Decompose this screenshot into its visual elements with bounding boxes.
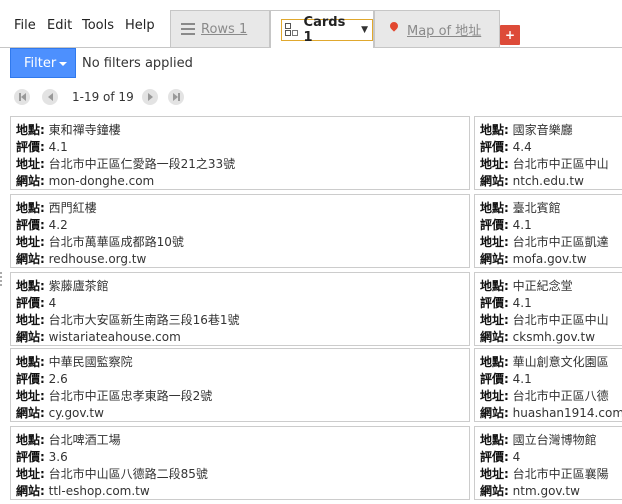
card: 地點: 中華民國監察院 評價: 2.6 地址: 台北市中正區忠孝東路一段2號 網…	[10, 348, 470, 422]
card: 地點: 國家音樂廳 評價: 4.4 地址: 台北市中正區中山 網站: ntch.…	[474, 116, 622, 190]
card-website: mon-donghe.com	[48, 174, 155, 188]
card: 地點: 臺北賓館 評價: 4.1 地址: 台北市中正區凱達 網站: mofa.g…	[474, 194, 622, 268]
filter-status: No filters applied	[82, 56, 193, 71]
card-place: 國家音樂廳	[512, 123, 573, 137]
card-address: 台北市中正區中山	[512, 313, 609, 327]
card-website: ntch.edu.tw	[512, 174, 584, 188]
card-rating: 4.1	[48, 140, 68, 154]
card-website: mofa.gov.tw	[512, 252, 587, 266]
tab-cards[interactable]: Cards 1 ▼	[270, 10, 374, 48]
menu-edit[interactable]: Edit	[47, 18, 72, 33]
card-rating: 4.1	[512, 296, 532, 310]
cards-icon	[285, 22, 299, 37]
card: 地點: 東和禪寺鐘樓 評價: 4.1 地址: 台北市中正區仁愛路一段21之33號…	[10, 116, 470, 190]
card-address: 台北市中正區仁愛路一段21之33號	[48, 157, 236, 171]
card-website: ntm.gov.tw	[512, 484, 580, 498]
tab-map[interactable]: Map of 地址	[374, 10, 500, 47]
card: 地點: 國立台灣博物館 評價: 4 地址: 台北市中正區襄陽 網站: ntm.g…	[474, 426, 622, 500]
map-pin-icon	[389, 22, 399, 32]
pager: 1-19 of 19	[0, 89, 622, 105]
card: 地點: 紫藤廬茶館 評價: 4 地址: 台北市大安區新生南路三段16巷1號 網站…	[10, 272, 470, 346]
card-place: 台北啤酒工場	[48, 433, 121, 447]
chevron-down-icon[interactable]: ▼	[361, 25, 368, 35]
menu-help[interactable]: Help	[125, 18, 155, 33]
menu-file[interactable]: File	[14, 18, 36, 33]
caret-down-icon	[59, 62, 67, 66]
card-place: 紫藤廬茶館	[48, 279, 109, 293]
tab-rows-label: Rows 1	[201, 21, 248, 37]
card-rating: 3.6	[48, 450, 68, 464]
card-address: 台北市中正區凱達	[512, 235, 609, 249]
card-address: 台北市中正區襄陽	[512, 467, 609, 481]
menu-tools[interactable]: Tools	[82, 18, 114, 33]
card-rating: 4	[512, 450, 521, 464]
card-website: ttl-eshop.com.tw	[48, 484, 150, 498]
next-page-icon[interactable]	[142, 89, 158, 105]
card: 地點: 西門紅樓 評價: 4.2 地址: 台北市萬華區成都路10號 網站: re…	[10, 194, 470, 268]
card-address: 台北市中正區八德	[512, 389, 609, 403]
first-page-icon[interactable]	[14, 89, 30, 105]
card-place: 中華民國監察院	[48, 355, 133, 369]
card-address: 台北市中山區八德路二段85號	[48, 467, 208, 481]
card-rating: 4.2	[48, 218, 68, 232]
cards-grid: 地點: 東和禪寺鐘樓 評價: 4.1 地址: 台北市中正區仁愛路一段21之33號…	[0, 112, 622, 504]
prev-page-icon[interactable]	[42, 89, 58, 105]
card-rating: 4	[48, 296, 57, 310]
card-address: 台北市中正區中山	[512, 157, 609, 171]
tab-map-label: Map of 地址	[407, 23, 482, 39]
card-place: 臺北賓館	[512, 201, 561, 215]
card-website: wistariateahouse.com	[48, 330, 181, 344]
card-address: 台北市中正區忠孝東路一段2號	[48, 389, 213, 403]
last-page-icon[interactable]	[168, 89, 184, 105]
card-place: 西門紅樓	[48, 201, 97, 215]
tab-rows[interactable]: Rows 1	[170, 10, 270, 47]
card: 地點: 台北啤酒工場 評價: 3.6 地址: 台北市中山區八德路二段85號 網站…	[10, 426, 470, 500]
tab-cards-box: Cards 1 ▼	[281, 15, 373, 45]
card-place: 中正紀念堂	[512, 279, 573, 293]
filter-button-label: Filter	[24, 55, 57, 71]
card-place: 東和禪寺鐘樓	[48, 123, 121, 137]
card: 地點: 中正紀念堂 評價: 4.1 地址: 台北市中正區中山 網站: cksmh…	[474, 272, 622, 346]
card-website: redhouse.org.tw	[48, 252, 147, 266]
card-website: cy.gov.tw	[48, 406, 104, 420]
card-address: 台北市大安區新生南路三段16巷1號	[48, 313, 240, 327]
rows-icon	[181, 23, 195, 35]
card-address: 台北市萬華區成都路10號	[48, 235, 184, 249]
card-website: huashan1914.com	[512, 406, 622, 420]
pager-range: 1-19 of 19	[72, 90, 134, 104]
add-tab-button[interactable]: +	[500, 25, 520, 45]
card-rating: 4.4	[512, 140, 532, 154]
filter-button[interactable]: Filter	[10, 48, 76, 78]
card-rating: 4.1	[512, 372, 532, 386]
card-rating: 4.1	[512, 218, 532, 232]
card-place: 華山創意文化園區	[512, 355, 609, 369]
card-place: 國立台灣博物館	[512, 433, 597, 447]
card-rating: 2.6	[48, 372, 68, 386]
card: 地點: 華山創意文化園區 評價: 4.1 地址: 台北市中正區八德 網站: hu…	[474, 348, 622, 422]
tab-cards-label: Cards 1	[303, 14, 346, 45]
card-website: cksmh.gov.tw	[512, 330, 596, 344]
